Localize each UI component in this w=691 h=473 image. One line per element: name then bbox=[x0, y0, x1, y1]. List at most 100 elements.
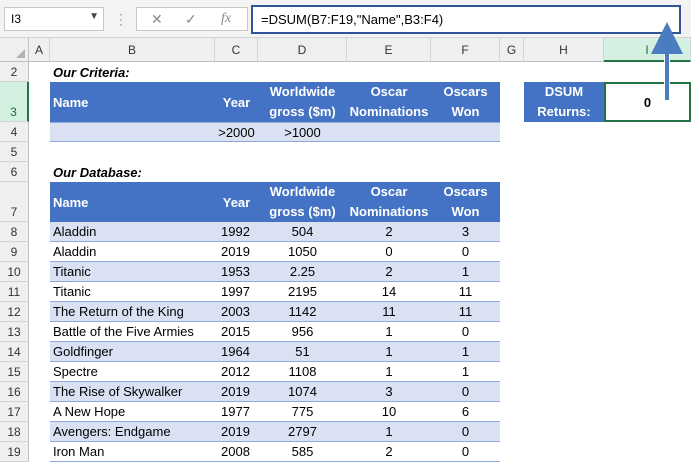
database-cell-gross[interactable]: 1108 bbox=[258, 362, 347, 382]
database-cell-oscars-won[interactable]: 3 bbox=[431, 222, 500, 242]
database-header-name[interactable]: Name bbox=[50, 182, 215, 222]
database-cell-oscars-won[interactable]: 0 bbox=[431, 422, 500, 442]
database-cell-year[interactable]: 2019 bbox=[215, 242, 258, 262]
database-cell-gross[interactable]: 2.25 bbox=[258, 262, 347, 282]
database-header-oscars-won[interactable]: Oscars Won bbox=[431, 182, 500, 222]
criteria-value-gross[interactable]: >1000 bbox=[258, 122, 347, 142]
formula-input[interactable]: =DSUM(B7:F19,"Name",B3:F4) bbox=[251, 5, 681, 34]
database-cell-name[interactable]: Aladdin bbox=[50, 222, 215, 242]
database-cell-nominations[interactable]: 0 bbox=[347, 242, 431, 262]
column-header-e[interactable]: E bbox=[347, 38, 431, 62]
database-cell-nominations[interactable]: 1 bbox=[347, 422, 431, 442]
database-cell-gross[interactable]: 956 bbox=[258, 322, 347, 342]
database-cell-nominations[interactable]: 1 bbox=[347, 322, 431, 342]
column-header-b[interactable]: B bbox=[50, 38, 215, 62]
criteria-value-name[interactable] bbox=[50, 122, 215, 142]
database-cell-gross[interactable]: 2797 bbox=[258, 422, 347, 442]
column-header-h[interactable]: H bbox=[524, 38, 604, 62]
database-cell-name[interactable]: The Return of the King bbox=[50, 302, 215, 322]
database-cell-year[interactable]: 2019 bbox=[215, 422, 258, 442]
database-cell-name[interactable]: The Rise of Skywalker bbox=[50, 382, 215, 402]
row-header-6[interactable]: 6 bbox=[0, 162, 29, 182]
database-cell-oscars-won[interactable]: 6 bbox=[431, 402, 500, 422]
database-header-year[interactable]: Year bbox=[215, 182, 258, 222]
row-header-14[interactable]: 14 bbox=[0, 342, 29, 362]
result-value-cell[interactable]: 0 bbox=[604, 82, 691, 122]
row-header-18[interactable]: 18 bbox=[0, 422, 29, 442]
select-all-corner[interactable] bbox=[0, 38, 29, 62]
column-header-c[interactable]: C bbox=[215, 38, 258, 62]
chevron-down-icon[interactable]: ▼ bbox=[89, 11, 99, 22]
database-cell-nominations[interactable]: 14 bbox=[347, 282, 431, 302]
database-cell-year[interactable]: 1992 bbox=[215, 222, 258, 242]
database-cell-oscars-won[interactable]: 11 bbox=[431, 302, 500, 322]
row-header-11[interactable]: 11 bbox=[0, 282, 29, 302]
criteria-header-oscars-won[interactable]: Oscars Won bbox=[431, 82, 500, 122]
database-cell-name[interactable]: Titanic bbox=[50, 282, 215, 302]
criteria-header-nominations[interactable]: Oscar Nominations bbox=[347, 82, 431, 122]
database-cell-nominations[interactable]: 2 bbox=[347, 442, 431, 462]
criteria-header-name[interactable]: Name bbox=[50, 82, 215, 122]
database-cell-year[interactable]: 2012 bbox=[215, 362, 258, 382]
database-cell-oscars-won[interactable]: 11 bbox=[431, 282, 500, 302]
database-cell-oscars-won[interactable]: 1 bbox=[431, 342, 500, 362]
criteria-value-year[interactable]: >2000 bbox=[215, 122, 258, 142]
database-cell-nominations[interactable]: 2 bbox=[347, 222, 431, 242]
database-header-gross[interactable]: Worldwide gross ($m) bbox=[258, 182, 347, 222]
database-cell-name[interactable]: Battle of the Five Armies bbox=[50, 322, 215, 342]
row-header-8[interactable]: 8 bbox=[0, 222, 29, 242]
database-cell-year[interactable]: 2015 bbox=[215, 322, 258, 342]
database-cell-nominations[interactable]: 1 bbox=[347, 342, 431, 362]
row-header-10[interactable]: 10 bbox=[0, 262, 29, 282]
database-cell-year[interactable]: 1997 bbox=[215, 282, 258, 302]
criteria-header-year[interactable]: Year bbox=[215, 82, 258, 122]
row-header-19[interactable]: 19 bbox=[0, 442, 29, 462]
database-cell-name[interactable]: A New Hope bbox=[50, 402, 215, 422]
database-cell-nominations[interactable]: 1 bbox=[347, 362, 431, 382]
database-cell-name[interactable]: Goldfinger bbox=[50, 342, 215, 362]
criteria-header-gross[interactable]: Worldwide gross ($m) bbox=[258, 82, 347, 122]
database-cell-gross[interactable]: 585 bbox=[258, 442, 347, 462]
database-cell-oscars-won[interactable]: 0 bbox=[431, 442, 500, 462]
row-header-7[interactable]: 7 bbox=[0, 182, 29, 222]
database-cell-nominations[interactable]: 3 bbox=[347, 382, 431, 402]
row-header-5[interactable]: 5 bbox=[0, 142, 29, 162]
name-box[interactable]: I3 ▼ bbox=[4, 7, 104, 31]
database-header-nominations[interactable]: Oscar Nominations bbox=[347, 182, 431, 222]
database-cell-year[interactable]: 2008 bbox=[215, 442, 258, 462]
database-cell-year[interactable]: 1964 bbox=[215, 342, 258, 362]
database-cell-oscars-won[interactable]: 1 bbox=[431, 262, 500, 282]
row-header-17[interactable]: 17 bbox=[0, 402, 29, 422]
row-header-2[interactable]: 2 bbox=[0, 62, 29, 82]
database-cell-year[interactable]: 2003 bbox=[215, 302, 258, 322]
database-cell-name[interactable]: Aladdin bbox=[50, 242, 215, 262]
database-cell-gross[interactable]: 51 bbox=[258, 342, 347, 362]
row-header-9[interactable]: 9 bbox=[0, 242, 29, 262]
database-cell-gross[interactable]: 2195 bbox=[258, 282, 347, 302]
database-cell-name[interactable]: Titanic bbox=[50, 262, 215, 282]
database-cell-name[interactable]: Iron Man bbox=[50, 442, 215, 462]
criteria-value-nominations[interactable] bbox=[347, 122, 431, 142]
database-cell-gross[interactable]: 775 bbox=[258, 402, 347, 422]
row-header-4[interactable]: 4 bbox=[0, 122, 29, 142]
column-header-g[interactable]: G bbox=[500, 38, 524, 62]
database-cell-gross[interactable]: 1074 bbox=[258, 382, 347, 402]
row-header-3[interactable]: 3 bbox=[0, 82, 29, 122]
cancel-icon[interactable]: ✕ bbox=[151, 11, 163, 28]
database-cell-gross[interactable]: 504 bbox=[258, 222, 347, 242]
column-header-f[interactable]: F bbox=[431, 38, 500, 62]
row-header-16[interactable]: 16 bbox=[0, 382, 29, 402]
database-cell-gross[interactable]: 1050 bbox=[258, 242, 347, 262]
database-cell-nominations[interactable]: 10 bbox=[347, 402, 431, 422]
row-header-15[interactable]: 15 bbox=[0, 362, 29, 382]
enter-icon[interactable]: ✓ bbox=[185, 11, 197, 28]
column-header-a[interactable]: A bbox=[29, 38, 50, 62]
database-cell-name[interactable]: Spectre bbox=[50, 362, 215, 382]
database-cell-gross[interactable]: 1142 bbox=[258, 302, 347, 322]
database-cell-name[interactable]: Avengers: Endgame bbox=[50, 422, 215, 442]
insert-function-icon[interactable]: fx bbox=[221, 11, 231, 27]
database-cell-year[interactable]: 1953 bbox=[215, 262, 258, 282]
column-header-i[interactable]: I bbox=[604, 38, 691, 62]
database-cell-oscars-won[interactable]: 0 bbox=[431, 382, 500, 402]
row-header-13[interactable]: 13 bbox=[0, 322, 29, 342]
